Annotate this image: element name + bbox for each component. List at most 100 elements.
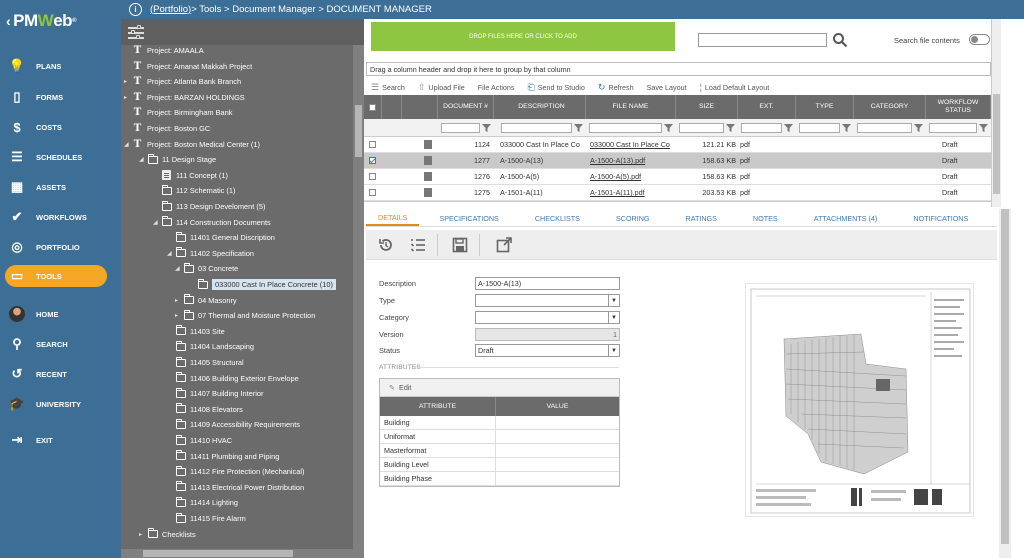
nav-assets[interactable]: ▦ ASSETS: [0, 174, 121, 200]
column-filter-input[interactable]: [679, 123, 724, 133]
tree-folder-item[interactable]: 11415 Fire Alarm: [167, 511, 246, 526]
column-header[interactable]: DESCRIPTION: [498, 95, 586, 119]
nav-forms[interactable]: ▯ FORMS: [0, 84, 121, 110]
numbered-list-icon[interactable]: [410, 237, 426, 253]
attribute-value[interactable]: [496, 444, 619, 457]
expand-arrow-icon[interactable]: ▸: [139, 531, 147, 538]
column-filter-input[interactable]: [589, 123, 662, 133]
toolbar-refresh-button[interactable]: ↻ Refresh: [598, 82, 634, 93]
row-checkbox[interactable]: [369, 157, 376, 164]
nav-home[interactable]: HOME: [0, 301, 121, 327]
nav-exit[interactable]: ⇥ EXIT: [0, 427, 121, 453]
tree-folder-item[interactable]: ▸ 07 Thermal and Moisture Protection: [175, 308, 315, 323]
group-by-bar[interactable]: Drag a column header and drop it here to…: [366, 62, 991, 76]
tree-project-item[interactable]: T Project: Amanat Makkah Project: [124, 59, 252, 74]
tree-folder-item[interactable]: 11407 Building Interior: [167, 386, 263, 401]
tree-folder-item[interactable]: 11409 Accessibility Requirements: [167, 417, 300, 432]
history-icon[interactable]: [378, 237, 394, 253]
row-document-icon-cell[interactable]: [424, 185, 436, 200]
row-checkbox-cell[interactable]: [369, 137, 379, 152]
tab-checklists[interactable]: CHECKLISTS: [511, 211, 592, 226]
attributes-edit-button[interactable]: ✎ Edit: [380, 379, 619, 397]
search-file-contents-toggle[interactable]: [969, 34, 990, 45]
document-thumbnail-icon[interactable]: [424, 140, 432, 149]
tree-folder-item[interactable]: 11404 Landscaping: [167, 339, 254, 354]
column-header[interactable]: CATEGORY: [854, 95, 926, 119]
tree-folder-item[interactable]: ◢ 11 Design Stage: [139, 152, 216, 167]
row-checkbox-cell[interactable]: [369, 185, 379, 200]
column-filter-input[interactable]: [929, 123, 977, 133]
column-header[interactable]: WORKFLOW STATUS: [926, 95, 991, 119]
toolbar-load-default-layout-button[interactable]: ¦ Load Default Layout: [700, 82, 770, 92]
tab-attachments[interactable]: ATTACHMENTS (4): [790, 211, 890, 226]
filter-icon[interactable]: [914, 124, 923, 132]
dropdown-arrow-icon[interactable]: ▼: [608, 312, 619, 323]
tree-folder-item[interactable]: 033000 Cast In Place Concrete (10): [189, 277, 336, 292]
nav-costs[interactable]: $ COSTS: [0, 114, 121, 140]
filter-icon[interactable]: [574, 124, 583, 132]
breadcrumb-portfolio-link[interactable]: (Portfolio): [150, 4, 191, 15]
column-header[interactable]: FILE NAME: [586, 95, 676, 119]
file-name-link[interactable]: A-1501-A(12).pdf: [590, 201, 676, 202]
tree-folder-item[interactable]: 11410 HVAC: [167, 433, 232, 448]
attribute-row[interactable]: Building Level: [380, 458, 619, 472]
tree-project-item[interactable]: T Project: Boston GC: [124, 121, 211, 136]
row-checkbox-cell[interactable]: [369, 201, 379, 202]
grid-vertical-scrollbar[interactable]: [991, 19, 1001, 207]
column-filter-input[interactable]: [741, 123, 782, 133]
collapse-arrow-icon[interactable]: ◢: [124, 141, 132, 148]
filter-settings-icon[interactable]: [128, 25, 144, 39]
attribute-value[interactable]: [496, 430, 619, 443]
tree-folder-item[interactable]: 11405 Structural: [167, 355, 244, 370]
filter-icon[interactable]: [842, 124, 851, 132]
row-checkbox-cell[interactable]: [369, 153, 379, 168]
dropdown-arrow-icon[interactable]: ▼: [608, 295, 619, 306]
column-header[interactable]: SIZE: [676, 95, 738, 119]
tree-folder-item[interactable]: 112 Schematic (1): [153, 183, 235, 198]
search-icon[interactable]: [832, 32, 848, 48]
save-icon[interactable]: [452, 237, 468, 253]
collapse-arrow-icon[interactable]: ◢: [153, 219, 161, 226]
file-name-link[interactable]: A-1501-A(11).pdf: [590, 185, 676, 200]
collapse-arrow-icon[interactable]: ◢: [175, 265, 183, 272]
file-name-link[interactable]: 033000 Cast In Place Co: [590, 137, 676, 152]
tree-folder-item[interactable]: 11406 Building Exterior Envelope: [167, 371, 299, 386]
row-document-icon-cell[interactable]: [424, 201, 436, 202]
tree-vertical-scrollbar[interactable]: [353, 45, 364, 558]
attribute-value[interactable]: [496, 416, 619, 429]
toolbar-send-to-studio-button[interactable]: ⎗ Send to Studio: [528, 82, 585, 93]
row-checkbox[interactable]: [369, 141, 376, 148]
attribute-value[interactable]: [496, 472, 619, 485]
column-filter-input[interactable]: [857, 123, 912, 133]
info-icon[interactable]: i: [129, 3, 142, 16]
value-column-header[interactable]: VALUE: [496, 397, 619, 416]
nav-plans[interactable]: 💡 PLANS: [0, 53, 121, 79]
toolbar-search-button[interactable]: ☰ Search: [371, 82, 405, 93]
tree-project-item[interactable]: ◢ T Project: Boston Medical Center (1): [124, 137, 260, 152]
row-document-icon-cell[interactable]: [424, 153, 436, 168]
row-checkbox[interactable]: [369, 173, 376, 180]
tree-folder-item[interactable]: ▸ Checklists: [139, 527, 196, 542]
filter-icon[interactable]: [482, 124, 491, 132]
column-header[interactable]: TYPE: [796, 95, 854, 119]
row-checkbox[interactable]: [369, 189, 376, 196]
pmweb-logo[interactable]: ‹ PM Web ®: [0, 0, 121, 42]
table-row[interactable]: 1124 033000 Cast In Place Co 033000 Cast I…: [364, 137, 991, 153]
tree-folder-item[interactable]: ◢ 114 Construction Documents: [153, 215, 271, 230]
chevron-left-icon[interactable]: ‹: [6, 13, 11, 29]
type-select[interactable]: ▼: [475, 294, 620, 307]
column-header[interactable]: DOCUMENT #: [438, 95, 494, 119]
filter-icon[interactable]: [979, 124, 988, 132]
attribute-value[interactable]: [496, 458, 619, 471]
select-all-checkbox[interactable]: [364, 95, 382, 119]
table-row[interactable]: 1277 A-1500-A(13) A-1500-A(13).pdf 158.63 K…: [364, 153, 991, 169]
category-select[interactable]: ▼: [475, 311, 620, 324]
description-field[interactable]: A-1500-A(13): [475, 277, 620, 290]
attribute-row[interactable]: Masterformat: [380, 444, 619, 458]
collapse-arrow-icon[interactable]: ◢: [139, 156, 147, 163]
filter-icon[interactable]: [784, 124, 793, 132]
attribute-row[interactable]: Uniformat: [380, 430, 619, 444]
tree-project-item[interactable]: T Project: Birmingham Bank: [124, 105, 233, 120]
document-thumbnail-icon[interactable]: [424, 156, 432, 165]
tree-folder-item[interactable]: 11408 Elevators: [167, 402, 243, 417]
